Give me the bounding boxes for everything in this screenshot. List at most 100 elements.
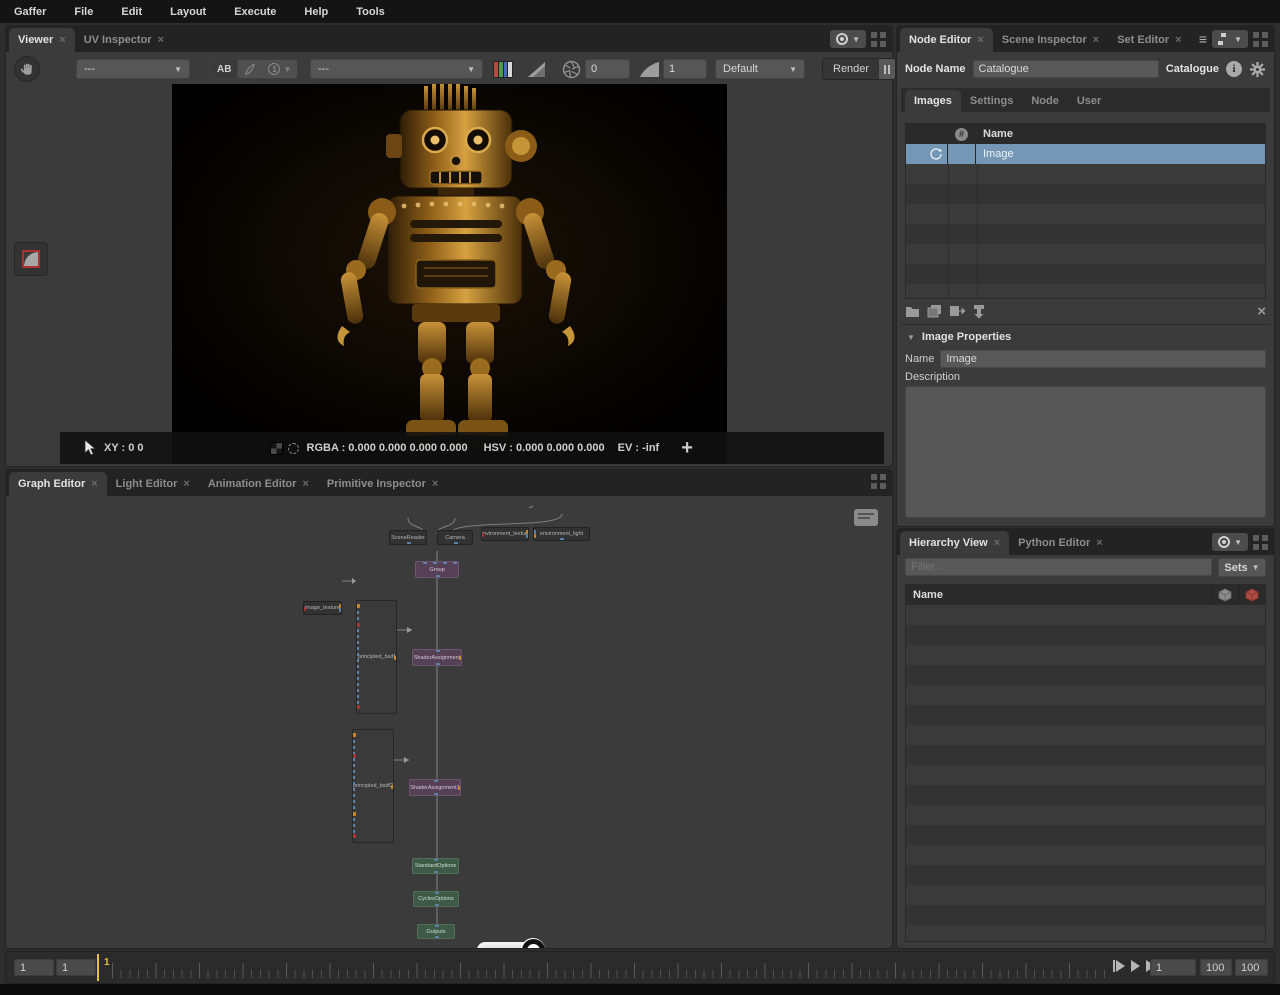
graph-node[interactable]: image_texture — [303, 601, 342, 615]
layout-grid-icon[interactable] — [871, 32, 886, 47]
pin-scene-button[interactable]: ▼ — [830, 30, 866, 48]
tab-scene-inspector[interactable]: Scene Inspector × — [993, 28, 1108, 52]
export-image-icon[interactable] — [949, 304, 965, 318]
port-dot[interactable] — [435, 936, 439, 939]
pause-icon[interactable] — [879, 59, 895, 79]
menu-file[interactable]: File — [74, 6, 93, 18]
remove-image-icon[interactable]: × — [1257, 304, 1266, 319]
graph-node[interactable]: principled_bsdf — [356, 600, 397, 714]
close-icon[interactable]: × — [59, 34, 65, 46]
tab-node-editor[interactable]: Node Editor × — [900, 28, 993, 52]
inclusions-cube-icon[interactable] — [1218, 588, 1232, 602]
close-icon[interactable]: × — [91, 478, 97, 490]
close-icon[interactable]: × — [1093, 34, 1099, 46]
compare-ab-button[interactable]: AB — [211, 60, 238, 78]
compare-image-button[interactable]: 1 ▼ — [262, 60, 297, 78]
port-dot[interactable] — [459, 656, 462, 660]
exposure-input[interactable] — [585, 59, 630, 79]
gamma-triangle-icon[interactable] — [639, 61, 660, 78]
image-properties-header[interactable]: ▼ Image Properties — [901, 328, 1270, 346]
wipe-button[interactable] — [238, 60, 262, 78]
port-dot[interactable] — [434, 858, 438, 861]
port-dot[interactable] — [352, 834, 356, 838]
graph-node[interactable]: CyclesOptions — [413, 891, 459, 907]
playhead[interactable] — [97, 954, 99, 981]
layout-grid-icon[interactable] — [871, 474, 886, 489]
tab-graph-editor[interactable]: Graph Editor × — [9, 472, 107, 496]
graph-node[interactable]: ShaderAssignment — [412, 649, 462, 666]
hierarchy-tree[interactable]: Name — [905, 584, 1266, 942]
clipping-triangle-icon[interactable] — [527, 61, 546, 78]
close-icon[interactable]: × — [302, 478, 308, 490]
graph-node[interactable]: Camera — [437, 530, 473, 545]
port-dot[interactable] — [443, 561, 447, 564]
current-frame-input[interactable] — [1150, 959, 1196, 976]
filter-input[interactable] — [905, 558, 1212, 576]
port-dot-column[interactable] — [352, 734, 355, 838]
port-dot[interactable] — [436, 575, 440, 578]
render-viewport[interactable] — [172, 84, 727, 464]
expand-info-button[interactable]: + — [681, 438, 693, 458]
graph-node[interactable]: environment_texture — [481, 527, 529, 541]
gamma-input[interactable] — [663, 59, 707, 79]
rgb-channels-icon[interactable] — [493, 61, 513, 78]
render-button[interactable]: Render — [822, 58, 896, 80]
port-dot[interactable] — [453, 561, 457, 564]
image-row-selected[interactable]: Image — [906, 144, 1265, 164]
skip-to-start-button[interactable] — [1113, 960, 1125, 972]
gear-icon[interactable] — [1249, 61, 1266, 78]
port-dot[interactable] — [526, 534, 529, 538]
close-icon[interactable]: × — [432, 478, 438, 490]
port-dot[interactable] — [434, 871, 438, 874]
duplicate-image-icon[interactable] — [927, 304, 942, 318]
tab-python-editor[interactable]: Python Editor × — [1009, 531, 1112, 555]
close-icon[interactable]: × — [1096, 537, 1102, 549]
close-icon[interactable]: × — [183, 478, 189, 490]
node-selection-mode-button[interactable]: ▼ — [1212, 30, 1248, 48]
port-dot[interactable] — [352, 733, 356, 737]
port-dot[interactable] — [533, 534, 536, 538]
layout-grid-icon[interactable] — [1253, 32, 1268, 47]
tab-primitive-inspector[interactable]: Primitive Inspector × — [318, 472, 447, 496]
description-textarea[interactable] — [905, 386, 1266, 518]
play-button[interactable] — [1131, 960, 1140, 972]
menu-execute[interactable]: Execute — [234, 6, 276, 18]
playback-start-input[interactable] — [56, 959, 96, 976]
port-dot[interactable] — [435, 924, 439, 927]
port-dot-column[interactable] — [356, 605, 359, 709]
graph-node[interactable]: Group — [415, 561, 459, 578]
port-dot[interactable] — [436, 649, 440, 652]
close-icon[interactable]: × — [158, 34, 164, 46]
port-dot[interactable] — [435, 904, 439, 907]
port-dot[interactable] — [481, 533, 484, 537]
crop-window-tool-button[interactable] — [14, 242, 48, 276]
graph-node[interactable]: StandardOptions — [412, 858, 459, 874]
extract-image-icon[interactable] — [972, 304, 986, 319]
graph-node[interactable]: Outputs — [417, 924, 455, 939]
port-dot[interactable] — [560, 538, 564, 541]
tab-light-editor[interactable]: Light Editor × — [107, 472, 199, 496]
sets-dropdown[interactable]: Sets ▼ — [1218, 558, 1266, 577]
port-dot[interactable] — [356, 604, 360, 608]
port-dot[interactable] — [303, 607, 306, 611]
port-dot[interactable] — [423, 561, 427, 564]
tab-hierarchy-view[interactable]: Hierarchy View × — [900, 531, 1009, 555]
load-image-icon[interactable] — [905, 305, 920, 318]
tab-viewer[interactable]: Viewer × — [9, 28, 75, 52]
tab-uv-inspector[interactable]: UV Inspector × — [75, 28, 173, 52]
display-transform-dropdown[interactable]: Default ▼ — [715, 59, 805, 79]
exposure-aperture-icon[interactable] — [562, 60, 581, 79]
port-dot[interactable] — [433, 561, 437, 564]
layout-grid-icon[interactable] — [1253, 535, 1268, 550]
channel-selector-dropdown[interactable]: --- ▼ — [310, 59, 483, 79]
property-name-input[interactable] — [940, 350, 1266, 368]
range-end-input[interactable] — [1235, 959, 1268, 976]
port-dot[interactable] — [407, 542, 411, 545]
menu-help[interactable]: Help — [304, 6, 328, 18]
view-selector-dropdown[interactable]: --- ▼ — [76, 59, 190, 79]
port-dot[interactable] — [391, 785, 394, 789]
graph-node[interactable]: environment_light — [533, 527, 590, 541]
node-name-input[interactable] — [973, 60, 1159, 78]
port-dot[interactable] — [454, 542, 458, 545]
tab-set-editor[interactable]: Set Editor × — [1108, 28, 1190, 52]
